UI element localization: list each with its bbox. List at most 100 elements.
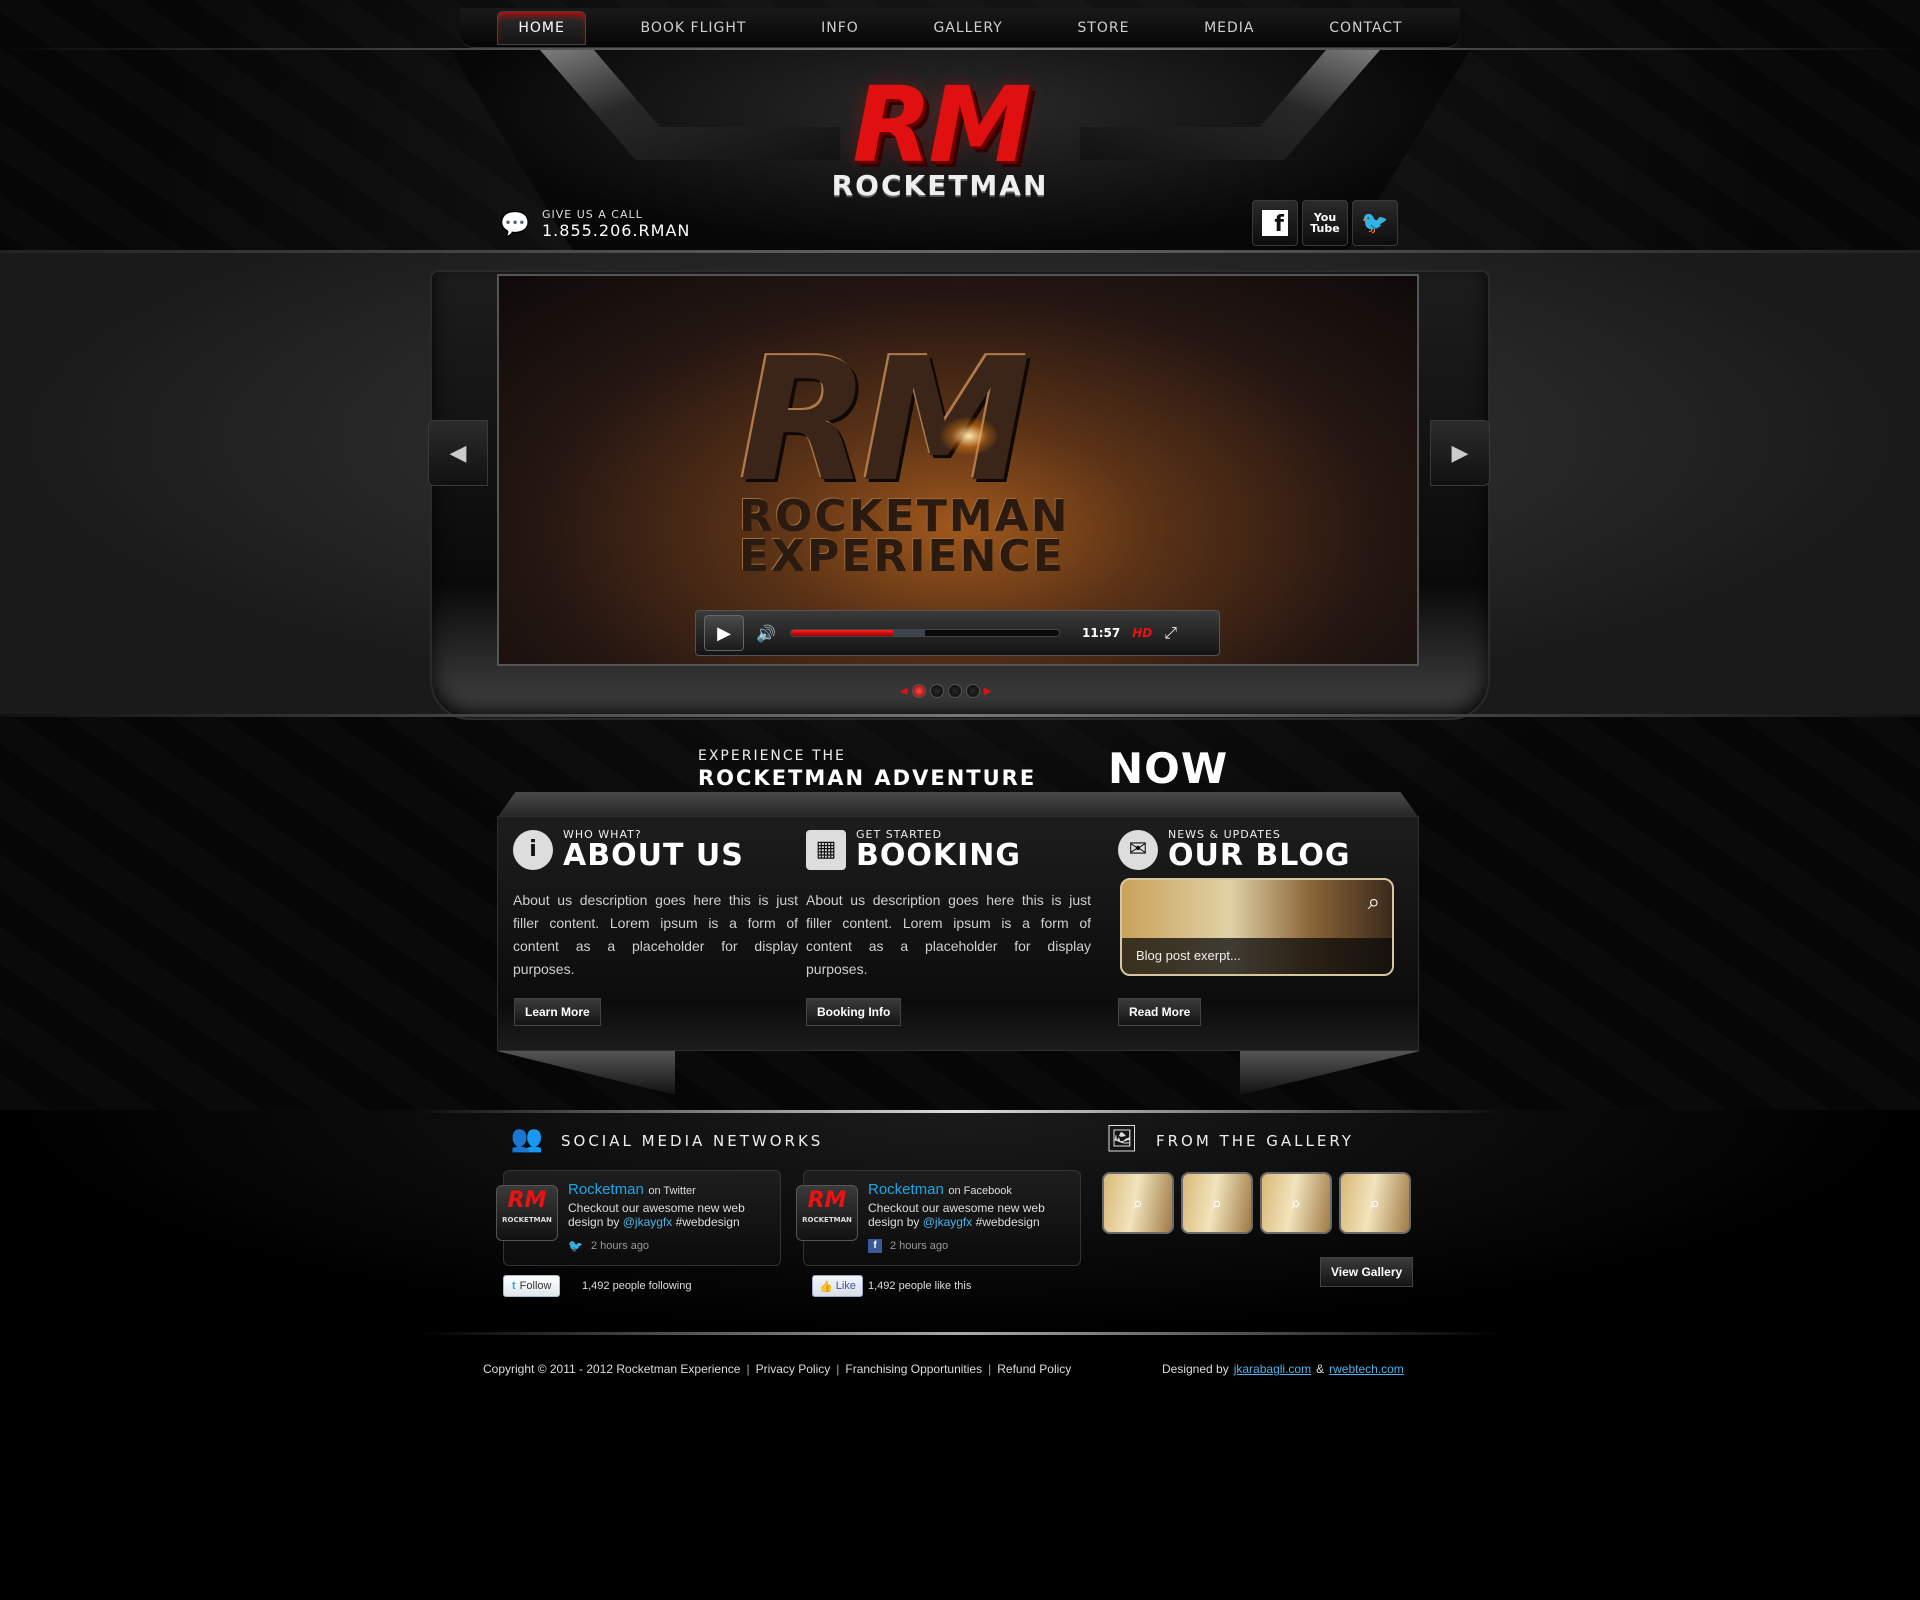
nav-media[interactable]: MEDIA [1184, 12, 1274, 44]
nav-info[interactable]: INFO [801, 12, 879, 44]
progress-fill [791, 630, 893, 636]
follow-label: Follow [519, 1280, 552, 1292]
slider-dot[interactable] [947, 684, 962, 698]
blog-post-card[interactable]: ⌕ Blog post exerpt... [1120, 878, 1394, 976]
avatar: RM ROCKETMAN [496, 1185, 558, 1241]
avatar: RM ROCKETMAN [796, 1185, 858, 1241]
booking-info-button[interactable]: Booking Info [806, 998, 902, 1026]
nav-home[interactable]: HOME [497, 10, 586, 45]
separator: | [988, 1362, 992, 1376]
call-us: 💬 GIVE US A CALL 1.855.206.RMAN [500, 208, 690, 240]
volume-icon[interactable]: 🔊 [756, 624, 778, 643]
refund-link[interactable]: Refund Policy [997, 1362, 1071, 1376]
facebook-link[interactable]: f [1252, 200, 1298, 246]
footer-links: Copyright © 2011 - 2012 Rocketman Experi… [483, 1362, 1071, 1376]
tweet-mention[interactable]: @jkaygfx [623, 1215, 673, 1229]
satellite-icon: ✉ [1118, 829, 1158, 870]
thumbs-up-icon: 👍 [819, 1280, 833, 1293]
nav-contact[interactable]: CONTACT [1309, 12, 1422, 44]
video-player[interactable]: RM ROCKETMAN EXPERIENCE [497, 274, 1419, 666]
twitter-follow-button[interactable]: t Follow [503, 1275, 561, 1297]
panel-top-bevel [497, 792, 1419, 818]
search-icon: ⌕ [1211, 1192, 1223, 1214]
tweet-time: 2 hours ago [590, 1240, 650, 1252]
youtube-link[interactable]: You Tube [1302, 200, 1348, 246]
site-logo[interactable]: RM ROCKETMAN [805, 73, 1075, 202]
arrow-right-icon: ▶ [1451, 440, 1469, 466]
slider-next-button[interactable]: ▶ [1430, 420, 1490, 486]
gallery-section-header: 🖼 FROM THE GALLERY [1100, 1124, 1354, 1158]
search-icon: ⌕ [1132, 1192, 1144, 1214]
fullscreen-icon[interactable]: ⤢ [1164, 623, 1177, 643]
play-button[interactable]: ▶ [704, 615, 744, 651]
tweet-user-name[interactable]: Rocketman [568, 1181, 644, 1198]
fb-hashtag: #webdesign [975, 1215, 1040, 1229]
booking-column: ▦ GET STARTED BOOKING About us descripti… [806, 828, 1096, 981]
booking-body: About us description goes here this is j… [806, 892, 1091, 977]
picture-icon: 🖼 [1105, 1124, 1139, 1154]
video-title-line2: EXPERIENCE [739, 531, 1065, 582]
avatar-mark: RM [807, 1188, 847, 1213]
slider-dot[interactable] [965, 684, 980, 698]
facebook-like-button[interactable]: 👍 Like [812, 1275, 863, 1297]
tweet-hashtag: #webdesign [675, 1215, 740, 1229]
twitter-link[interactable]: 🐦 [1352, 200, 1398, 246]
speech-bubbles-icon: 💬 [500, 210, 530, 238]
slider-pagination: ◀ ▶ [900, 684, 991, 698]
franchising-link[interactable]: Franchising Opportunities [845, 1362, 982, 1376]
blog-column: ✉ NEWS & UPDATES OUR BLOG [1118, 828, 1408, 871]
facebook-like-count: 1,492 people like this [868, 1280, 972, 1292]
info-icon: i [513, 829, 553, 870]
footer-divider-bottom [420, 1332, 1500, 1335]
slider-prev-button[interactable]: ◀ [428, 420, 488, 486]
view-gallery-button[interactable]: View Gallery [1320, 1257, 1414, 1287]
youtube-icon-bottom: Tube [1310, 222, 1340, 235]
nav-store[interactable]: STORE [1057, 12, 1149, 44]
pagination-left-icon[interactable]: ◀ [900, 686, 908, 697]
social-section-header: 👥 SOCIAL MEDIA NETWORKS [505, 1124, 823, 1158]
slider-dot[interactable] [911, 684, 926, 698]
hd-toggle[interactable]: HD [1132, 626, 1152, 640]
video-glow [939, 416, 999, 456]
twitter-bird-icon: 🐦 [568, 1239, 583, 1253]
blog-header: ✉ NEWS & UPDATES OUR BLOG [1118, 828, 1408, 871]
call-label: GIVE US A CALL [542, 208, 643, 221]
designer-link-2[interactable]: rwebtech.com [1329, 1362, 1404, 1376]
people-icon: 👥 [510, 1124, 544, 1154]
fb-user: Rocketman on Facebook [868, 1181, 1012, 1199]
arrow-left-icon: ◀ [449, 440, 467, 466]
gallery-thumbnail[interactable]: ⌕ [1260, 1172, 1332, 1234]
nav-divider [0, 48, 1920, 50]
search-icon[interactable]: ⌕ [1368, 890, 1380, 915]
nav-gallery[interactable]: GALLERY [913, 12, 1022, 44]
designer-link-1[interactable]: jkarabagli.com [1234, 1362, 1311, 1376]
twitter-follower-count: 1,492 people following [582, 1280, 692, 1292]
read-more-button[interactable]: Read More [1118, 998, 1202, 1026]
phone-number: 1.855.206.RMAN [542, 221, 691, 240]
tweet-meta: 🐦 2 hours ago [568, 1239, 649, 1253]
footer-divider-top [420, 1110, 1500, 1113]
gallery-thumbnail[interactable]: ⌕ [1102, 1172, 1174, 1234]
like-label: Like [835, 1280, 856, 1292]
slider-divider [0, 714, 1920, 717]
fb-user-name[interactable]: Rocketman [868, 1181, 944, 1198]
tweet-source: on Twitter [648, 1185, 696, 1197]
avatar-word: ROCKETMAN [502, 1216, 552, 1224]
ampersand: & [1316, 1362, 1325, 1376]
video-progress-bar[interactable] [790, 629, 1060, 637]
blog-excerpt: Blog post exerpt... [1122, 938, 1392, 974]
slider-dot[interactable] [929, 684, 944, 698]
fb-meta: f 2 hours ago [868, 1239, 948, 1253]
privacy-link[interactable]: Privacy Policy [756, 1362, 831, 1376]
search-icon: ⌕ [1290, 1192, 1302, 1214]
twitter-bird-icon: 🐦 [1361, 210, 1389, 236]
designed-by-label: Designed by [1162, 1362, 1229, 1376]
gallery-thumbnail[interactable]: ⌕ [1181, 1172, 1253, 1234]
fb-mention[interactable]: @jkaygfx [923, 1215, 973, 1229]
learn-more-button[interactable]: Learn More [514, 998, 601, 1026]
gallery-thumbnail[interactable]: ⌕ [1339, 1172, 1411, 1234]
social-links: f You Tube 🐦 [1252, 200, 1398, 246]
nav-book-flight[interactable]: BOOK FLIGHT [620, 12, 766, 44]
about-body: About us description goes here this is j… [513, 892, 798, 977]
pagination-right-icon[interactable]: ▶ [984, 686, 992, 697]
